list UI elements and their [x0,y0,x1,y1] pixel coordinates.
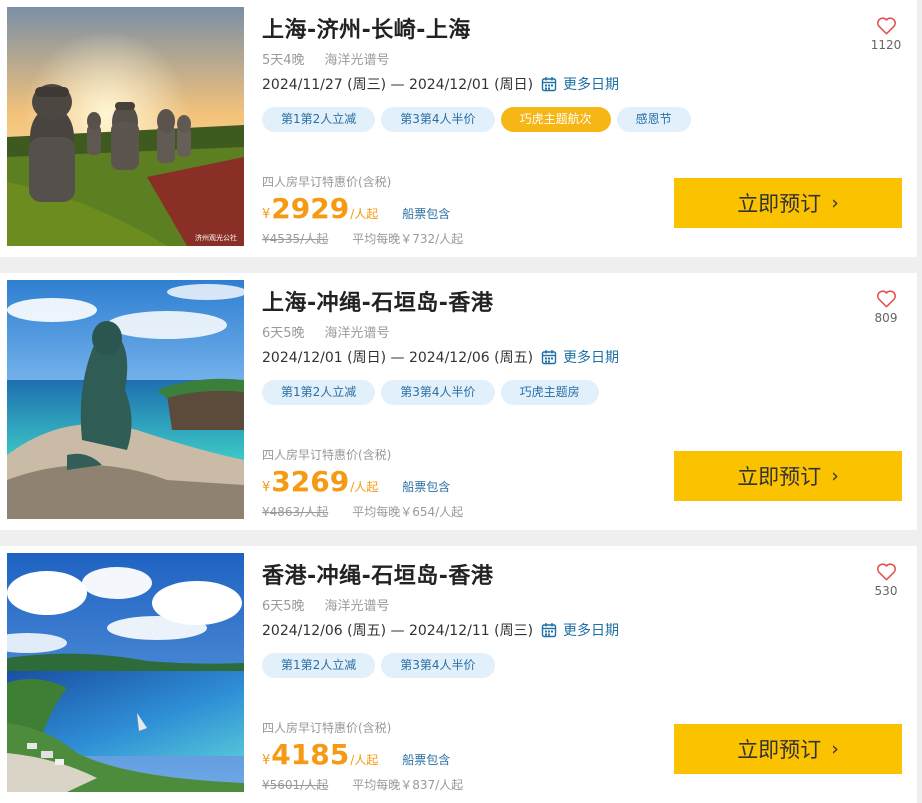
cruise-image[interactable]: 济州观光公社 [7,7,244,246]
cruise-card[interactable]: 上海-冲绳-石垣岛-香港 6天5晚 海洋光谱号 2024/12/01 (周日) —… [0,273,917,530]
ship-name: 海洋光谱号 [324,326,390,341]
cruise-card[interactable]: 济州观光公社 上海-济州-长崎-上海 5天4晚 海洋光谱号 2024/11/27 … [0,0,917,257]
per-person: /人起 [350,207,379,221]
favorite-button[interactable]: 530 [868,562,904,598]
ship-name: 海洋光谱号 [324,599,390,614]
book-now-label: 立即预订 [737,192,822,216]
original-price: ¥5601/人起 [262,778,329,792]
heart-icon[interactable] [876,562,897,581]
price-value: 3269 [271,465,350,498]
nightly-price: 平均每晚￥654/人起 [352,505,464,519]
per-person: /人起 [350,480,379,494]
promo-tag-highlight: 巧虎主题航次 [500,107,611,132]
more-dates-link[interactable]: 更多日期 [563,620,619,640]
book-now-button[interactable]: 立即预订 › [674,724,902,774]
date-row: 2024/12/06 (周五) — 2024/12/11 (周三) 更多日期 [262,620,619,640]
date-row: 2024/12/01 (周日) — 2024/12/06 (周五) 更多日期 [262,347,619,367]
date-range: 2024/12/06 (周五) — 2024/12/11 (周三) [262,623,534,639]
calendar-icon[interactable] [541,349,557,365]
ship-name: 海洋光谱号 [324,53,390,68]
promo-tags: 第1第2人立减 第3第4人半价 巧虎主题航次 感恩节 [262,107,691,132]
price-details: ¥4863/人起 平均每晚￥654/人起 [262,503,463,520]
promo-tag: 第3第4人半价 [381,380,495,405]
promo-tag: 第1第2人立减 [262,653,376,678]
price-value: 4185 [271,738,350,771]
date-range: 2024/11/27 (周三) — 2024/12/01 (周日) [262,77,534,93]
duration: 6天5晚 [262,326,305,341]
chevron-right-icon: › [831,738,839,760]
calendar-icon[interactable] [541,76,557,92]
promo-tag: 第1第2人立减 [262,107,376,132]
route-title[interactable]: 上海-济州-长崎-上海 [262,12,471,44]
price-row: ¥ 2929 /人起 船票包含 [262,192,450,226]
book-now-label: 立即预订 [737,738,822,762]
trip-meta: 5天4晚 海洋光谱号 [262,49,390,68]
promo-tags: 第1第2人立减 第3第4人半价 巧虎主题房 [262,380,599,405]
okinawa-coast-image [7,553,244,792]
route-title[interactable]: 香港-冲绳-石垣岛-香港 [262,558,493,590]
currency-symbol: ¥ [262,207,271,222]
price-label: 四人房早订特惠价(含税) [262,448,392,462]
nightly-price: 平均每晚￥732/人起 [352,232,464,246]
book-now-label: 立即预订 [737,465,822,489]
calendar-icon[interactable] [541,622,557,638]
favorite-button[interactable]: 809 [868,289,904,325]
promo-tag: 巧虎主题房 [500,380,599,405]
ticket-included: 船票包含 [402,753,451,767]
duration: 5天4晚 [262,53,305,68]
ticket-included: 船票包含 [402,480,451,494]
favorite-count: 530 [874,584,898,598]
price-row: ¥ 4185 /人起 船票包含 [262,738,450,772]
promo-tag: 第3第4人半价 [381,653,495,678]
chevron-right-icon: › [831,192,839,214]
image-caption: 济州观光公社 [195,233,237,242]
promo-tag: 感恩节 [616,107,691,132]
heart-icon[interactable] [876,16,897,35]
more-dates-link[interactable]: 更多日期 [563,74,619,94]
price-details: ¥4535/人起 平均每晚￥732/人起 [262,230,463,247]
book-now-button[interactable]: 立即预订 › [674,178,902,228]
route-title[interactable]: 上海-冲绳-石垣岛-香港 [262,285,493,317]
mermaid-statue-image [7,280,244,519]
cruise-image[interactable] [7,553,244,792]
nightly-price: 平均每晚￥837/人起 [352,778,464,792]
promo-tag: 第1第2人立减 [262,380,376,405]
cruise-card[interactable]: 香港-冲绳-石垣岛-香港 6天5晚 海洋光谱号 2024/12/06 (周五) —… [0,546,917,803]
more-dates-link[interactable]: 更多日期 [563,347,619,367]
currency-symbol: ¥ [262,753,271,768]
currency-symbol: ¥ [262,480,271,495]
favorite-button[interactable]: 1120 [868,16,904,52]
trip-meta: 6天5晚 海洋光谱号 [262,595,390,614]
price-row: ¥ 3269 /人起 船票包含 [262,465,450,499]
favorite-count: 809 [874,311,898,325]
heart-icon[interactable] [876,289,897,308]
per-person: /人起 [350,753,379,767]
price-value: 2929 [271,192,350,225]
promo-tags: 第1第2人立减 第3第4人半价 [262,653,495,678]
original-price: ¥4863/人起 [262,505,329,519]
jeju-stone-statues-image: 济州观光公社 [7,7,244,246]
duration: 6天5晚 [262,599,305,614]
chevron-right-icon: › [831,465,839,487]
date-range: 2024/12/01 (周日) — 2024/12/06 (周五) [262,350,534,366]
original-price: ¥4535/人起 [262,232,329,246]
promo-tag: 第3第4人半价 [381,107,495,132]
cruise-image[interactable] [7,280,244,519]
trip-meta: 6天5晚 海洋光谱号 [262,322,390,341]
ticket-included: 船票包含 [402,207,451,221]
book-now-button[interactable]: 立即预订 › [674,451,902,501]
price-label: 四人房早订特惠价(含税) [262,175,392,189]
price-label: 四人房早订特惠价(含税) [262,721,392,735]
price-details: ¥5601/人起 平均每晚￥837/人起 [262,776,463,793]
date-row: 2024/11/27 (周三) — 2024/12/01 (周日) 更多日期 [262,74,619,94]
favorite-count: 1120 [870,38,902,52]
